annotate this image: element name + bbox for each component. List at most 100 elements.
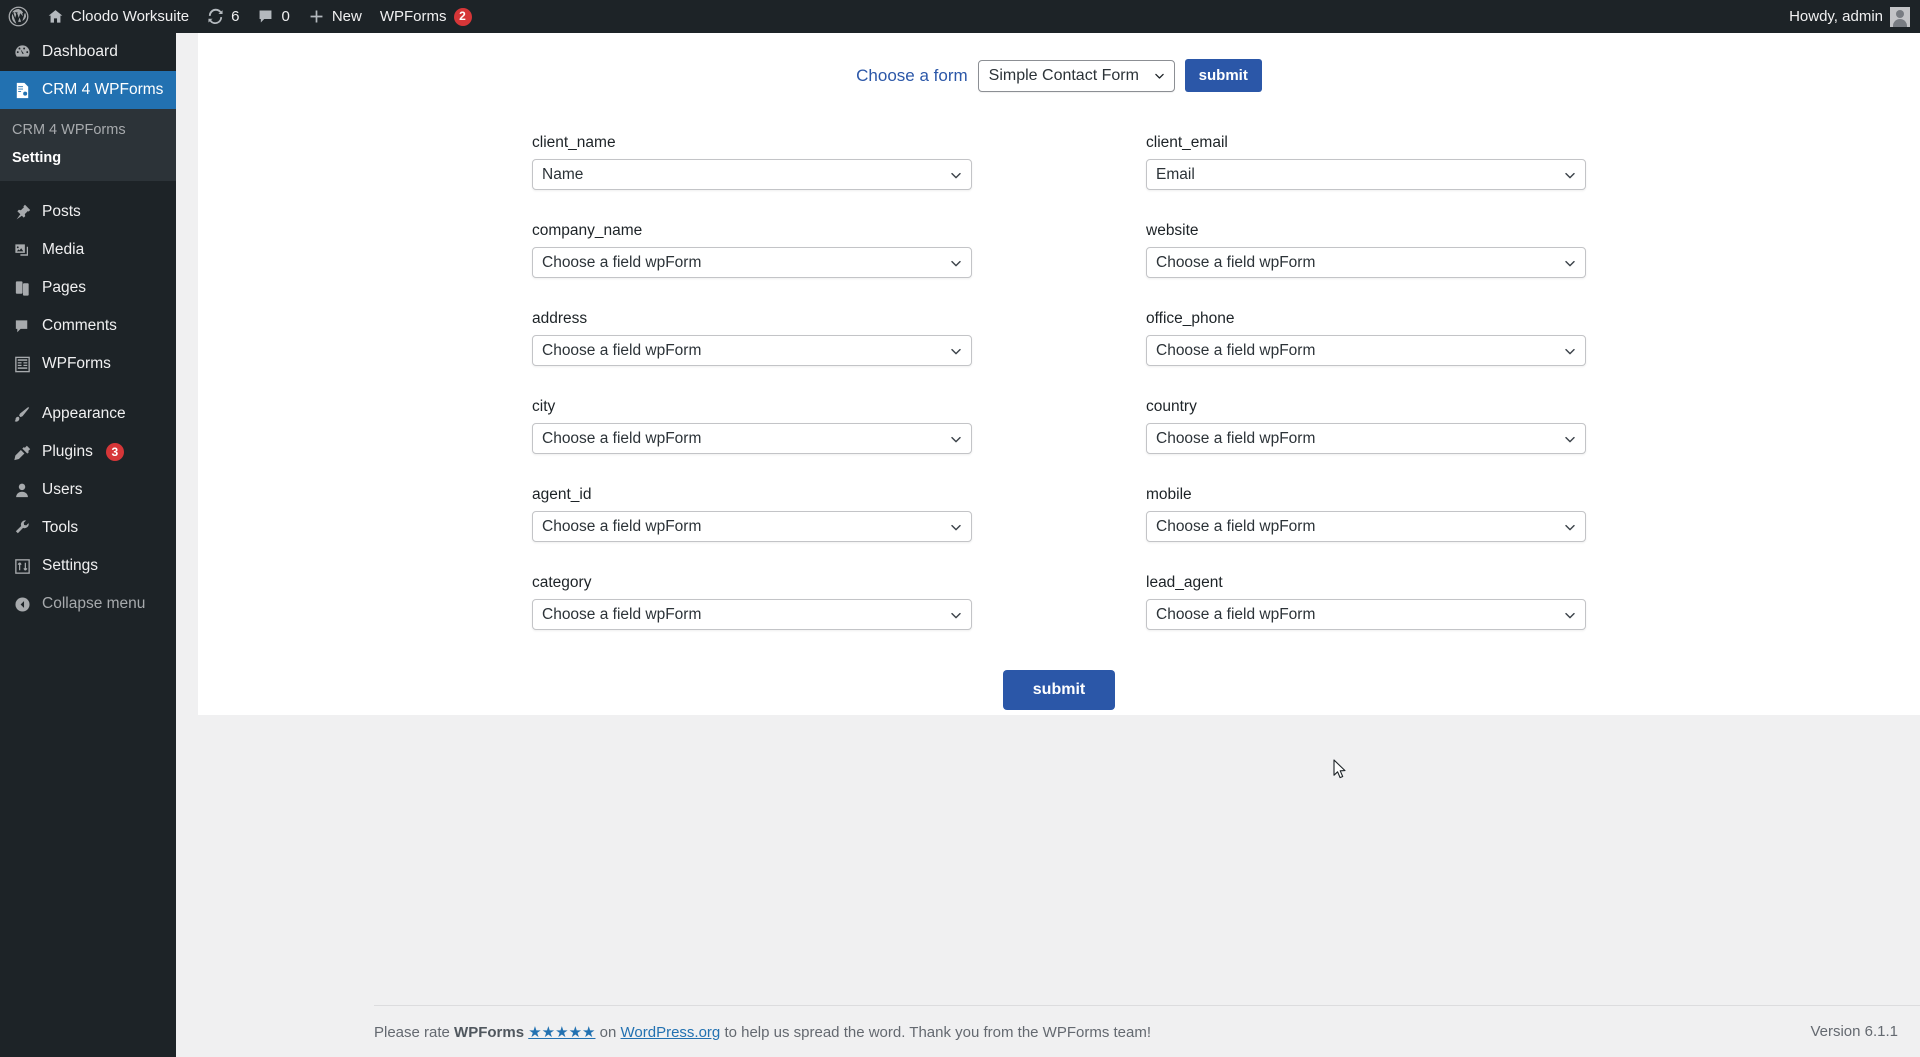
field-row-city: city Choose a field wpForm: [532, 398, 972, 454]
sidebar-item-label: Settings: [42, 557, 99, 574]
howdy-label: Howdy, admin: [1789, 8, 1883, 25]
field-select-agent_id[interactable]: Choose a field wpForm: [532, 511, 972, 542]
field-select-category[interactable]: Choose a field wpForm: [532, 599, 972, 630]
submenu-item-crm-4-wpforms[interactable]: CRM 4 WPForms: [0, 116, 176, 144]
sidebar-item-posts[interactable]: Posts: [0, 193, 176, 231]
rating-stars-link[interactable]: ★★★★★: [528, 1024, 595, 1041]
comment-bubble-icon: [12, 317, 32, 336]
admin-bar: Cloodo Worksuite 6 0 New WPForms 2 Howdy…: [0, 0, 1920, 33]
field-select-address[interactable]: Choose a field wpForm: [532, 335, 972, 366]
field-select-country[interactable]: Choose a field wpForm: [1146, 423, 1586, 454]
field-mapping-grid: client_name Name client_email Email comp…: [198, 134, 1920, 630]
account-menu[interactable]: Howdy, admin: [1780, 0, 1910, 33]
plugins-update-badge: 3: [105, 443, 124, 461]
field-select-wrapper: Email: [1146, 159, 1586, 190]
paintbrush-icon: [12, 405, 32, 424]
sidebar-item-tools[interactable]: Tools: [0, 509, 176, 547]
field-select-wrapper: Name: [532, 159, 972, 190]
field-select-website[interactable]: Choose a field wpForm: [1146, 247, 1586, 278]
form-select[interactable]: Simple Contact Form: [977, 59, 1175, 92]
field-row-office_phone: office_phone Choose a field wpForm: [1146, 310, 1586, 366]
sidebar-item-wpforms[interactable]: WPForms: [0, 345, 176, 383]
site-name-label: Cloodo Worksuite: [71, 8, 190, 25]
footer-brand: WPForms: [454, 1023, 525, 1041]
submit-row: submit: [198, 670, 1920, 710]
admin-sidebar: Dashboard CRM 4 WPForms CRM 4 WPForms Se…: [0, 33, 184, 1057]
new-content-label: New: [331, 8, 362, 25]
field-select-client_email[interactable]: Email: [1146, 159, 1586, 190]
sidebar-item-crm-4-wpforms[interactable]: CRM 4 WPForms: [0, 71, 184, 109]
submit-button[interactable]: submit: [1003, 670, 1115, 710]
field-row-category: category Choose a field wpForm: [532, 574, 972, 630]
field-label: office_phone: [1146, 310, 1235, 327]
sidebar-item-settings[interactable]: Settings: [0, 547, 176, 585]
pages-icon: [12, 279, 32, 298]
sliders-icon: [12, 557, 32, 576]
wpforms-notification-badge: 2: [453, 7, 472, 26]
field-label: category: [532, 574, 592, 591]
sidebar-item-label: Media: [42, 241, 85, 258]
sidebar-item-label: Tools: [42, 519, 79, 536]
field-select-client_name[interactable]: Name: [532, 159, 972, 190]
sidebar-item-appearance[interactable]: Appearance: [0, 395, 176, 433]
sidebar-item-dashboard[interactable]: Dashboard: [0, 33, 176, 71]
footer-text-before: Please rate: [374, 1023, 455, 1041]
wpforms-menu[interactable]: WPForms 2: [371, 0, 481, 33]
sidebar-item-plugins[interactable]: Plugins 3: [0, 433, 176, 471]
sidebar-item-label: WPForms: [42, 355, 111, 372]
submenu-item-setting[interactable]: Setting: [0, 144, 176, 172]
field-row-mobile: mobile Choose a field wpForm: [1146, 486, 1586, 542]
version-label: Version 6.1.1: [1810, 1023, 1898, 1040]
sidebar-item-label: Appearance: [42, 405, 126, 422]
sidebar-item-label: Dashboard: [42, 43, 118, 60]
admin-footer: Please rate WPForms ★★★★★ on WordPress.o…: [374, 1005, 1920, 1057]
field-select-wrapper: Choose a field wpForm: [532, 247, 972, 278]
sidebar-item-label: Comments: [42, 317, 117, 334]
wordpress-org-link[interactable]: WordPress.org: [621, 1024, 721, 1041]
sidebar-item-comments[interactable]: Comments: [0, 307, 176, 345]
wordpress-logo-button[interactable]: [0, 0, 38, 33]
field-select-wrapper: Choose a field wpForm: [532, 335, 972, 366]
field-label: country: [1146, 398, 1197, 415]
field-select-company_name[interactable]: Choose a field wpForm: [532, 247, 972, 278]
field-select-lead_agent[interactable]: Choose a field wpForm: [1146, 599, 1586, 630]
choose-a-form-label: Choose a form: [856, 65, 968, 85]
field-row-agent_id: agent_id Choose a field wpForm: [532, 486, 972, 542]
field-label: client_email: [1146, 134, 1228, 151]
sidebar-item-media[interactable]: Media: [0, 231, 176, 269]
field-select-wrapper: Choose a field wpForm: [532, 423, 972, 454]
sidebar-item-collapse-menu[interactable]: Collapse menu: [0, 585, 176, 623]
field-row-company_name: company_name Choose a field wpForm: [532, 222, 972, 278]
field-row-lead_agent: lead_agent Choose a field wpForm: [1146, 574, 1586, 630]
media-icon: [12, 241, 32, 260]
comments-menu[interactable]: 0: [248, 0, 298, 33]
wpforms-icon: [12, 355, 32, 374]
new-content-menu[interactable]: New: [299, 0, 371, 33]
crm-page-icon: [12, 81, 32, 100]
field-select-city[interactable]: Choose a field wpForm: [532, 423, 972, 454]
field-row-client_name: client_name Name: [532, 134, 972, 190]
sidebar-gap-2: [0, 383, 176, 395]
field-select-wrapper: Choose a field wpForm: [1146, 423, 1586, 454]
updates-count: 6: [231, 8, 240, 25]
field-select-wrapper: Choose a field wpForm: [1146, 247, 1586, 278]
field-row-address: address Choose a field wpForm: [532, 310, 972, 366]
field-label: mobile: [1146, 486, 1192, 503]
sidebar-item-label: Posts: [42, 203, 81, 220]
top-submit-button[interactable]: submit: [1184, 59, 1262, 92]
field-select-mobile[interactable]: Choose a field wpForm: [1146, 511, 1586, 542]
sidebar-item-label: Users: [42, 481, 83, 498]
field-row-country: country Choose a field wpForm: [1146, 398, 1586, 454]
site-name-menu[interactable]: Cloodo Worksuite: [38, 0, 198, 33]
sidebar-item-pages[interactable]: Pages: [0, 269, 176, 307]
user-icon: [12, 481, 32, 500]
field-select-wrapper: Choose a field wpForm: [1146, 335, 1586, 366]
field-label: agent_id: [532, 486, 592, 503]
sidebar-item-users[interactable]: Users: [0, 471, 176, 509]
field-select-wrapper: Choose a field wpForm: [1146, 599, 1586, 630]
wrench-icon: [12, 519, 32, 538]
field-select-office_phone[interactable]: Choose a field wpForm: [1146, 335, 1586, 366]
form-chooser-bar: Choose a form Simple Contact Form submit: [198, 33, 1920, 92]
sidebar-item-label: CRM 4 WPForms: [42, 81, 164, 98]
updates-menu[interactable]: 6: [198, 0, 248, 33]
